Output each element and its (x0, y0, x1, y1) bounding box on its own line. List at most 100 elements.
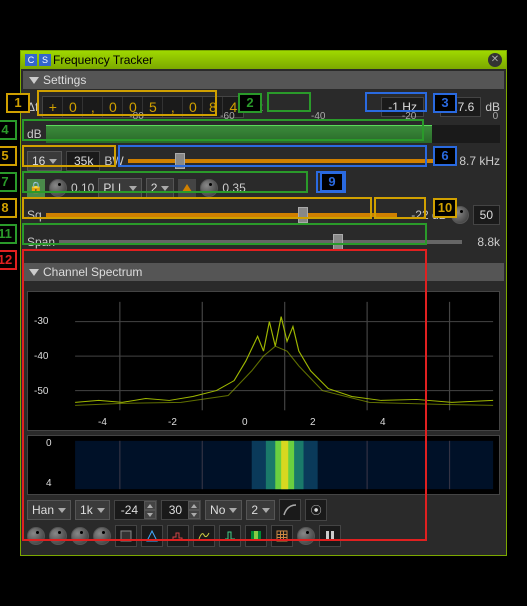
chevron-down-icon (229, 508, 237, 513)
spectrum-header[interactable]: Channel Spectrum (23, 263, 504, 281)
tracker-combo[interactable]: PLL (98, 178, 141, 198)
spin-down-icon[interactable] (188, 510, 200, 519)
callout-6: 6 (433, 146, 457, 166)
y-tick: -50 (34, 386, 48, 397)
bw-label: BW (104, 154, 123, 168)
digit-sign[interactable]: + (43, 97, 63, 117)
dial-1[interactable] (27, 527, 45, 545)
gate-value: 50 (473, 205, 500, 225)
chevron-down-icon (161, 186, 169, 191)
titlebar[interactable]: C S Frequency Tracker ✕ (21, 51, 506, 69)
decim-readout: 35k (66, 151, 100, 171)
avg-value: 16 (32, 154, 45, 168)
digit[interactable]: 0 (63, 97, 83, 117)
x-tick: 2 (310, 417, 316, 428)
avgmode-combo[interactable]: No (205, 500, 242, 520)
tracker-value: PLL (103, 181, 124, 195)
settings-body: Δf + 0 , 0 0 5 , 0 8 4 Hz -1 Hz -17.6 dB… (21, 91, 506, 261)
fft-value: 1k (80, 503, 93, 517)
dial-2[interactable] (49, 527, 67, 545)
marker-button[interactable] (141, 525, 163, 547)
grid-button[interactable] (271, 525, 293, 547)
x-tick: -4 (98, 417, 107, 428)
digit[interactable]: 0 (183, 97, 203, 117)
collapse-icon (29, 269, 39, 276)
collapse-icon (29, 77, 39, 84)
avg-combo[interactable]: 16 (27, 151, 62, 171)
x-tick: 0 (242, 417, 248, 428)
rrc-value: 0.10 (71, 181, 94, 195)
chevron-down-icon (129, 186, 137, 191)
dial-3[interactable] (71, 527, 89, 545)
callout-9: 9 (320, 172, 344, 192)
callout-12: 12 (0, 250, 17, 270)
avgmode-value: No (210, 503, 225, 517)
wf-tick: 4 (46, 478, 52, 489)
clear-button[interactable] (115, 525, 137, 547)
settings-header[interactable]: Settings (23, 71, 504, 89)
order-combo[interactable]: 2 (146, 178, 175, 198)
sq-slider[interactable] (46, 206, 397, 224)
freq-row: Δf + 0 , 0 0 5 , 0 8 4 Hz -1 Hz -17.6 dB (27, 95, 500, 119)
broadcast-button[interactable]: ⦿ (305, 499, 327, 521)
rrc-dial[interactable] (49, 179, 67, 197)
waterfall-button[interactable] (245, 525, 267, 547)
chevron-down-icon (49, 159, 57, 164)
spin-up-icon[interactable] (188, 501, 200, 510)
trace-mode-button[interactable] (279, 499, 301, 521)
range-spin[interactable]: 30 (161, 500, 201, 520)
callout-1: 1 (6, 93, 30, 113)
bw-slider[interactable] (128, 152, 442, 170)
db-tick: -40 (311, 111, 325, 122)
fft-combo[interactable]: 1k (75, 500, 110, 520)
callout-3: 3 (433, 93, 457, 113)
chevron-down-icon (97, 508, 105, 513)
span-row: Span 8.8k (27, 230, 500, 254)
digit[interactable]: 0 (103, 97, 123, 117)
chevron-down-icon (58, 508, 66, 513)
maxhold-button[interactable] (193, 525, 215, 547)
histogram-button[interactable] (167, 525, 189, 547)
callout-2: 2 (238, 93, 262, 113)
badge-s: S (39, 54, 51, 66)
order-value: 2 (151, 181, 158, 195)
pllbw-dial[interactable] (200, 179, 218, 197)
digit-sep: , (163, 97, 183, 117)
callout-10: 10 (433, 198, 457, 218)
spin-down-icon[interactable] (144, 510, 156, 519)
callout-7: 7 (0, 172, 17, 192)
settings-label: Settings (43, 73, 86, 87)
avgn-combo[interactable]: 2 (246, 500, 275, 520)
squelch-row: Sq -22 dB 50 (27, 203, 500, 227)
sq-label: Sq (27, 208, 42, 222)
spectrum-label: Channel Spectrum (43, 265, 142, 279)
bw-row: 16 35k BW 8.7 kHz (27, 149, 500, 173)
spectrum-controls-1: Han 1k -24 30 No 2 ⦿ (27, 499, 500, 521)
spectrum-plot[interactable]: -30 -40 -50 -4 -2 0 2 4 (27, 291, 500, 431)
waterfall-plot[interactable]: 0 4 (27, 435, 500, 495)
lock-button[interactable]: 🔒 (27, 179, 45, 197)
window-combo[interactable]: Han (27, 500, 71, 520)
triangle-button[interactable] (178, 179, 196, 197)
callout-11: 11 (0, 224, 17, 244)
dial-4[interactable] (93, 527, 111, 545)
dial-5[interactable] (297, 527, 315, 545)
digit-sep: , (83, 97, 103, 117)
spectrum-body: -30 -40 -50 -4 -2 0 2 4 0 4 (21, 283, 506, 555)
db-tick: 0 (493, 111, 499, 122)
db-bar-row: dB -80 -60 -40 -20 0 (27, 122, 500, 146)
spin-up-icon[interactable] (144, 501, 156, 510)
window-title: Frequency Tracker (53, 53, 488, 67)
span-slider[interactable] (59, 233, 462, 251)
span-label: Span (27, 235, 55, 249)
ref-spin[interactable]: -24 (114, 500, 157, 520)
window-value: Han (32, 503, 54, 517)
db-tick: -60 (220, 111, 234, 122)
db-meter: -80 -60 -40 -20 0 (46, 125, 500, 143)
pause-button[interactable] (319, 525, 341, 547)
digit[interactable]: 5 (143, 97, 163, 117)
range-value: 30 (162, 501, 188, 519)
close-icon[interactable]: ✕ (488, 53, 502, 67)
callout-4: 4 (0, 120, 17, 140)
pulse-button[interactable] (219, 525, 241, 547)
